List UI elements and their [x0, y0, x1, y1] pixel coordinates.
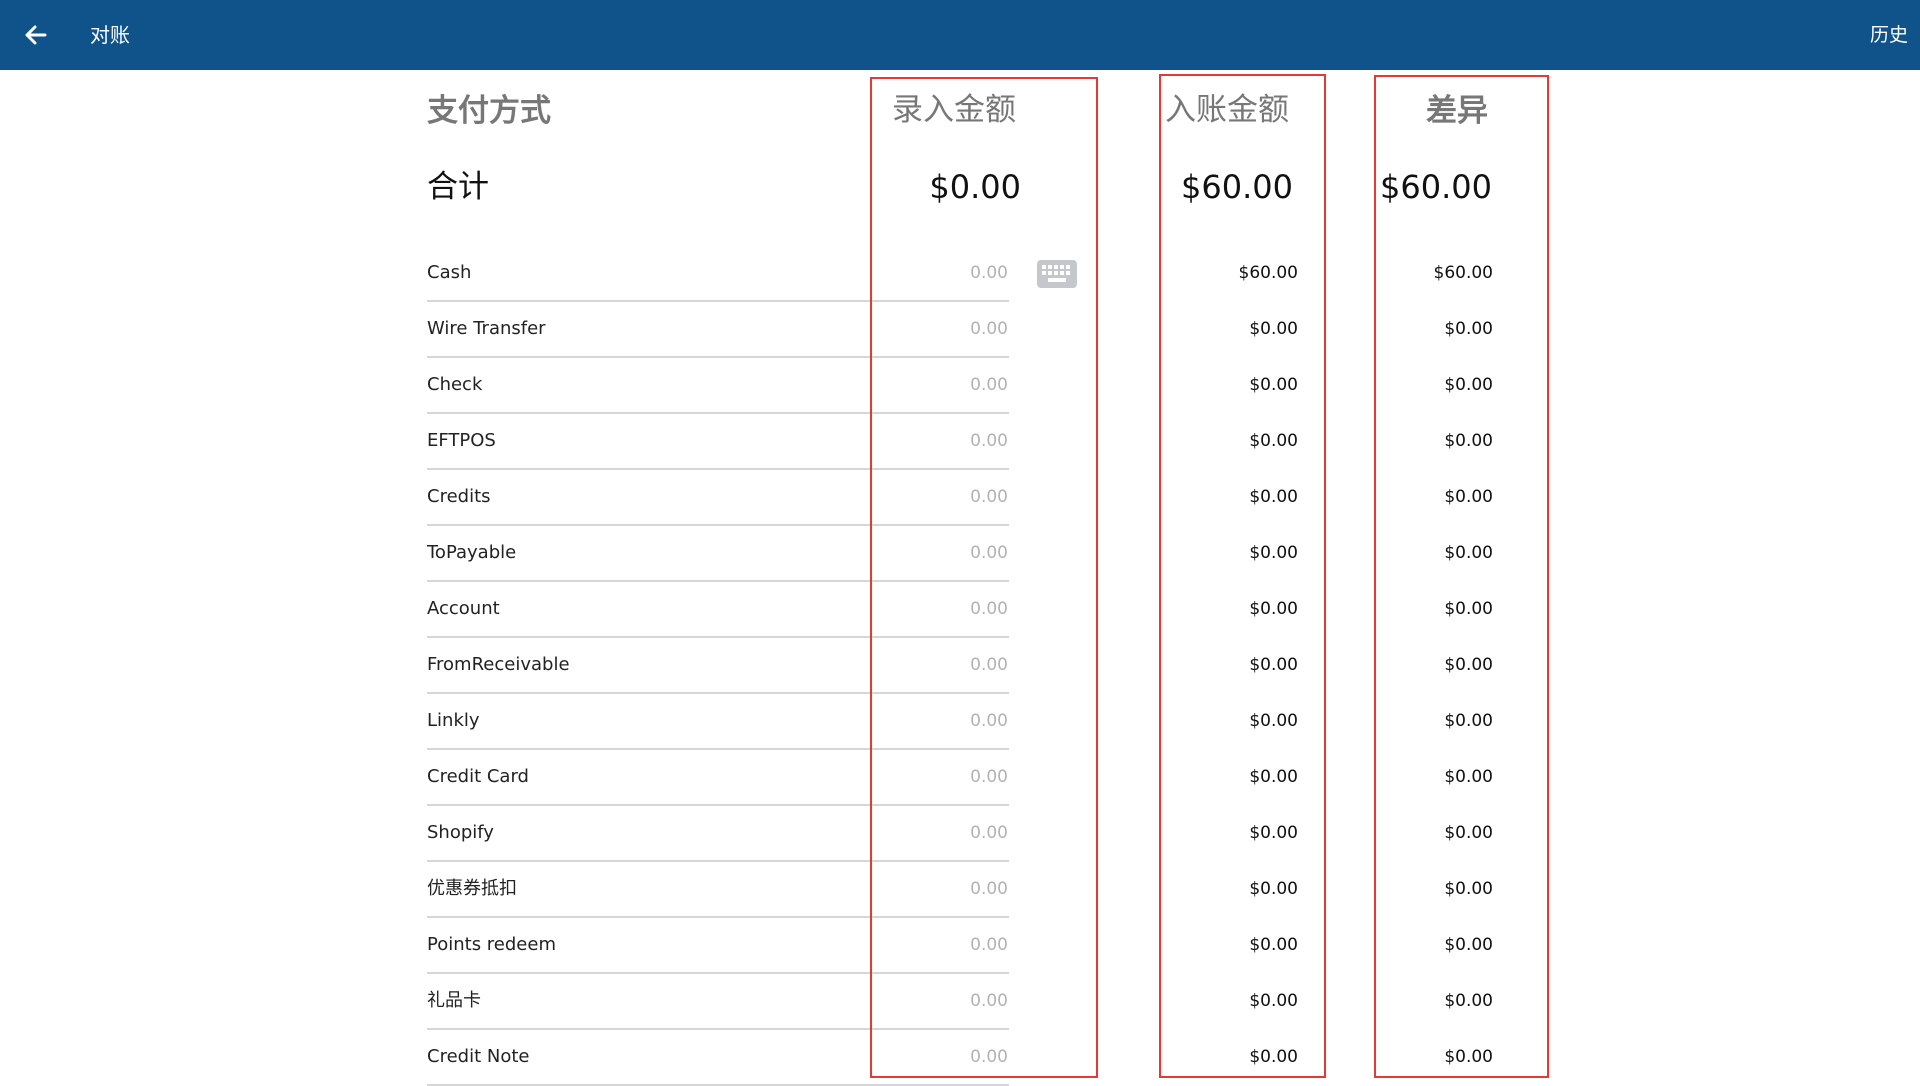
posted-amount: $0.00 — [1249, 487, 1298, 507]
payment-method-label: Credit Card — [427, 766, 529, 787]
payment-row: ToPayable $0.00 $0.00 — [0, 525, 1920, 582]
payment-row: FromReceivable $0.00 $0.00 — [0, 637, 1920, 694]
payment-method-label: Account — [427, 598, 500, 619]
back-button[interactable] — [18, 17, 54, 53]
posted-amount: $0.00 — [1249, 823, 1298, 843]
posted-amount: $0.00 — [1249, 431, 1298, 451]
difference-amount: $0.00 — [1444, 431, 1493, 451]
payment-row: Cash $60.00 $60.00 — [0, 245, 1920, 302]
posted-amount: $0.00 — [1249, 711, 1298, 731]
payment-row: Wire Transfer $0.00 $0.00 — [0, 301, 1920, 358]
payment-row: Check $0.00 $0.00 — [0, 357, 1920, 414]
entered-amount-input[interactable] — [870, 707, 1008, 735]
app-bar: 对账 历史 — [0, 0, 1920, 70]
payment-method-label: Credits — [427, 486, 491, 507]
difference-amount: $0.00 — [1444, 935, 1493, 955]
entered-amount-input[interactable] — [870, 931, 1008, 959]
difference-amount: $0.00 — [1444, 823, 1493, 843]
payment-row: 优惠券抵扣 $0.00 $0.00 — [0, 861, 1920, 918]
payment-method-label: 礼品卡 — [427, 990, 481, 1011]
entered-amount-input[interactable] — [870, 1043, 1008, 1071]
payment-method-label: Cash — [427, 262, 472, 283]
entered-amount-input[interactable] — [870, 539, 1008, 567]
header-posted-amount: 入账金额 — [1165, 92, 1289, 128]
entered-amount-input[interactable] — [870, 371, 1008, 399]
difference-amount: $60.00 — [1433, 263, 1493, 283]
entered-amount-input[interactable] — [870, 315, 1008, 343]
payment-method-label: ToPayable — [427, 542, 517, 563]
entered-amount-input[interactable] — [870, 763, 1008, 791]
total-entered-amount: $0.00 — [929, 168, 1021, 206]
history-button[interactable]: 历史 — [1870, 21, 1908, 49]
posted-amount: $0.00 — [1249, 543, 1298, 563]
entered-amount-input[interactable] — [870, 427, 1008, 455]
payment-row: 礼品卡 $0.00 $0.00 — [0, 973, 1920, 1030]
difference-amount: $0.00 — [1444, 711, 1493, 731]
difference-amount: $0.00 — [1444, 487, 1493, 507]
difference-amount: $0.00 — [1444, 1047, 1493, 1067]
payment-row: Credit Card $0.00 $0.00 — [0, 749, 1920, 806]
header-payment-method: 支付方式 — [427, 93, 551, 129]
difference-amount: $0.00 — [1444, 767, 1493, 787]
difference-amount: $0.00 — [1444, 991, 1493, 1011]
posted-amount: $0.00 — [1249, 1047, 1298, 1067]
entered-amount-input[interactable] — [870, 651, 1008, 679]
payment-row: EFTPOS $0.00 $0.00 — [0, 413, 1920, 470]
arrow-left-icon — [25, 25, 47, 45]
keyboard-icon — [1037, 260, 1077, 288]
payment-row: Credit Note $0.00 $0.00 — [0, 1029, 1920, 1086]
entered-amount-input[interactable] — [870, 483, 1008, 511]
posted-amount: $0.00 — [1249, 935, 1298, 955]
payment-method-label: Points redeem — [427, 934, 556, 955]
difference-amount: $0.00 — [1444, 879, 1493, 899]
posted-amount: $60.00 — [1238, 263, 1298, 283]
total-difference: $60.00 — [1380, 168, 1492, 206]
difference-amount: $0.00 — [1444, 655, 1493, 675]
posted-amount: $0.00 — [1249, 599, 1298, 619]
payment-method-label: Credit Note — [427, 1046, 530, 1067]
payment-method-label: Check — [427, 374, 483, 395]
posted-amount: $0.00 — [1249, 375, 1298, 395]
payment-method-label: Wire Transfer — [427, 318, 546, 339]
posted-amount: $0.00 — [1249, 655, 1298, 675]
payment-row: Shopify $0.00 $0.00 — [0, 805, 1920, 862]
posted-amount: $0.00 — [1249, 319, 1298, 339]
total-label: 合计 — [427, 169, 489, 205]
difference-amount: $0.00 — [1444, 375, 1493, 395]
page-title: 对账 — [90, 23, 130, 47]
difference-amount: $0.00 — [1444, 319, 1493, 339]
payment-row: Credits $0.00 $0.00 — [0, 469, 1920, 526]
header-entered-amount: 录入金额 — [892, 92, 1016, 128]
payment-row: Account $0.00 $0.00 — [0, 581, 1920, 638]
entered-amount-input[interactable] — [870, 819, 1008, 847]
posted-amount: $0.00 — [1249, 879, 1298, 899]
keyboard-button[interactable] — [1036, 259, 1078, 289]
payment-method-label: EFTPOS — [427, 430, 496, 451]
entered-amount-input[interactable] — [870, 987, 1008, 1015]
payment-method-label: Linkly — [427, 710, 480, 731]
difference-amount: $0.00 — [1444, 599, 1493, 619]
entered-amount-input[interactable] — [870, 875, 1008, 903]
posted-amount: $0.00 — [1249, 991, 1298, 1011]
payment-row: Linkly $0.00 $0.00 — [0, 693, 1920, 750]
header-difference: 差异 — [1426, 93, 1488, 129]
payment-row: Points redeem $0.00 $0.00 — [0, 917, 1920, 974]
entered-amount-input[interactable] — [870, 259, 1008, 287]
payment-method-label: 优惠券抵扣 — [427, 878, 517, 899]
posted-amount: $0.00 — [1249, 767, 1298, 787]
payment-method-label: FromReceivable — [427, 654, 570, 675]
entered-amount-input[interactable] — [870, 595, 1008, 623]
difference-amount: $0.00 — [1444, 543, 1493, 563]
total-posted-amount: $60.00 — [1181, 168, 1293, 206]
payment-method-label: Shopify — [427, 822, 494, 843]
